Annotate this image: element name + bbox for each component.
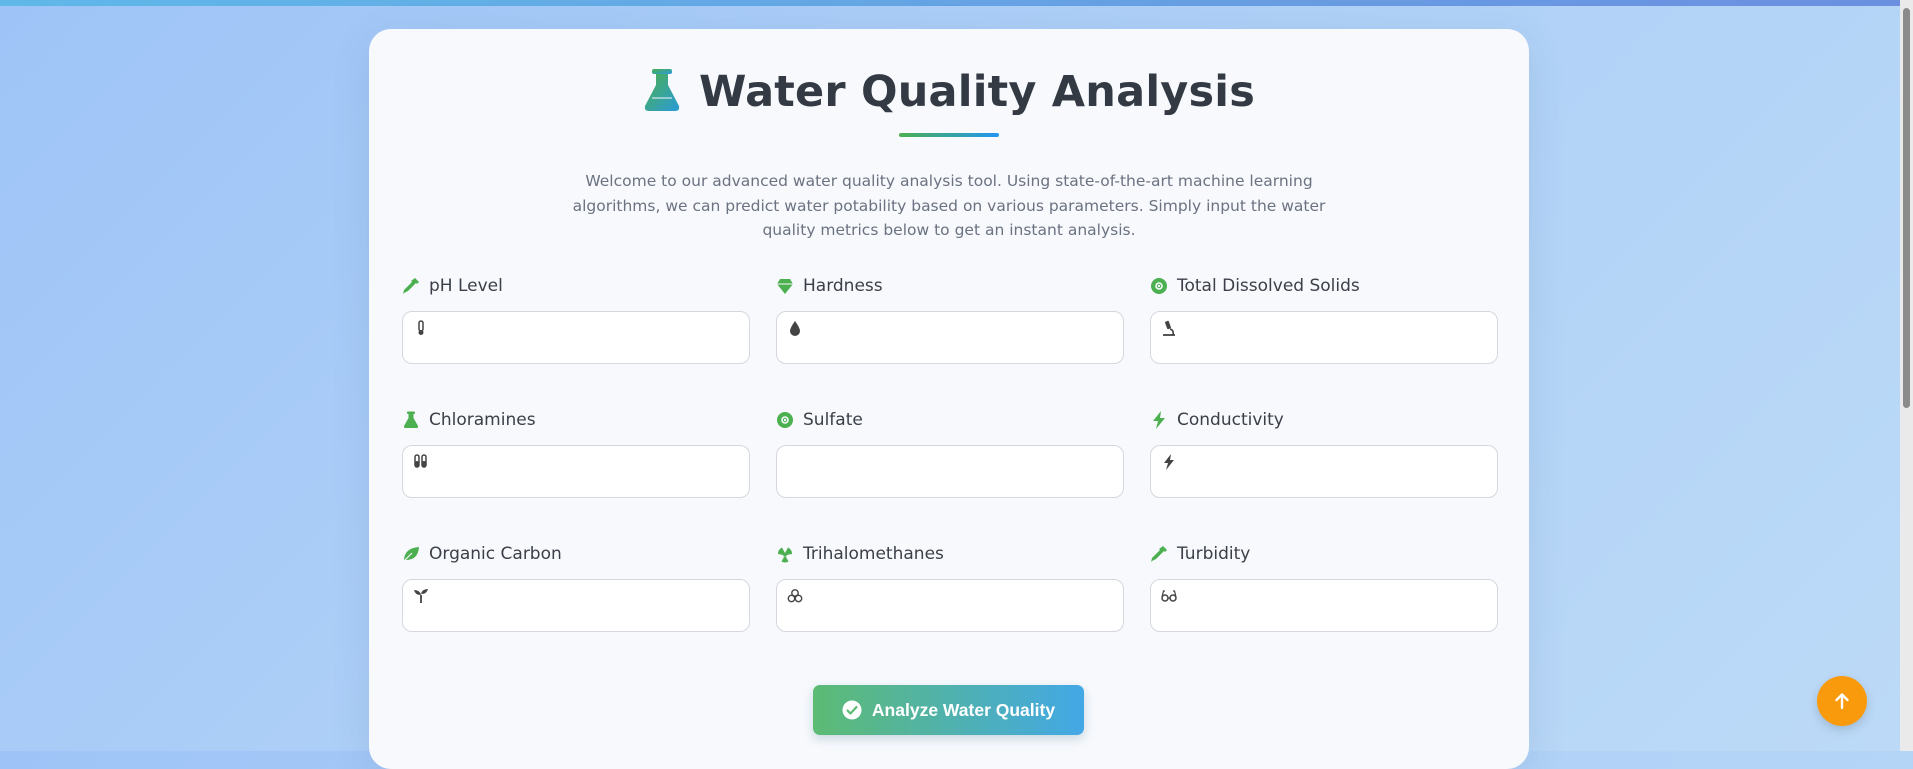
scroll-to-top-button[interactable] <box>1817 676 1867 726</box>
title-underline <box>899 133 999 137</box>
trihalomethanes-input[interactable] <box>815 590 1109 622</box>
seedling-icon <box>414 589 428 603</box>
top-accent-bar <box>0 0 1913 6</box>
trihalomethanes-input-box[interactable] <box>776 579 1124 632</box>
field-label: pH Level <box>429 276 503 296</box>
radiation-icon <box>777 547 793 563</box>
biohazard-icon <box>787 589 803 603</box>
hardness-input[interactable] <box>815 322 1109 354</box>
field-conductivity: Conductivity <box>1150 409 1498 498</box>
field-total-dissolved-solids: Total Dissolved Solids <box>1150 275 1498 364</box>
field-label: Sulfate <box>803 410 863 430</box>
arrow-up-icon <box>1835 693 1849 710</box>
field-label: Trihalomethanes <box>803 544 944 564</box>
ph-level-input[interactable] <box>441 322 735 354</box>
atom-icon <box>777 412 793 428</box>
field-chloramines: Chloramines <box>402 409 750 498</box>
check-circle-icon <box>842 700 862 720</box>
organic-carbon-input-box[interactable] <box>402 579 750 632</box>
total-dissolved-solids-input[interactable] <box>1189 322 1483 354</box>
field-ph-level: pH Level <box>402 275 750 364</box>
chloramines-input-box[interactable] <box>402 445 750 498</box>
field-organic-carbon: Organic Carbon <box>402 543 750 632</box>
gem-icon <box>777 279 793 294</box>
field-label: Chloramines <box>429 410 536 430</box>
thermometer-icon <box>418 320 424 335</box>
leaf-icon <box>402 547 419 563</box>
total-dissolved-solids-input-box[interactable] <box>1150 311 1498 364</box>
flask-icon <box>643 68 681 116</box>
field-sulfate: Sulfate <box>776 409 1124 498</box>
flask-icon <box>403 411 419 428</box>
droplet-icon <box>790 321 800 336</box>
field-label: Conductivity <box>1177 410 1284 430</box>
field-trihalomethanes: Trihalomethanes <box>776 543 1124 632</box>
title-row: Water Quality Analysis <box>369 67 1529 117</box>
analyze-water-quality-button[interactable]: Analyze Water Quality <box>813 685 1084 735</box>
ph-level-input-box[interactable] <box>402 311 750 364</box>
intro-text: Welcome to our advanced water quality an… <box>572 172 1326 239</box>
organic-carbon-input[interactable] <box>441 590 735 622</box>
microscope-icon <box>1163 320 1175 336</box>
field-label: Organic Carbon <box>429 544 562 564</box>
conductivity-input[interactable] <box>1189 456 1483 488</box>
field-turbidity: Turbidity <box>1150 543 1498 632</box>
field-label: Turbidity <box>1177 544 1251 564</box>
glasses-icon <box>1161 590 1177 602</box>
field-hardness: Hardness <box>776 275 1124 364</box>
page-title: Water Quality Analysis <box>698 67 1256 117</box>
scrollbar-thumb[interactable] <box>1903 8 1910 408</box>
hardness-input-box[interactable] <box>776 311 1124 364</box>
sulfate-input-box[interactable] <box>776 445 1124 498</box>
atom-icon <box>1151 278 1167 294</box>
conductivity-input-box[interactable] <box>1150 445 1498 498</box>
page-scrollbar[interactable] <box>1900 0 1913 751</box>
bolt-icon <box>1164 454 1174 470</box>
field-label: Total Dissolved Solids <box>1177 276 1360 296</box>
analyze-button-label: Analyze Water Quality <box>871 699 1056 720</box>
turbidity-input-box[interactable] <box>1150 579 1498 632</box>
analysis-card: Water Quality Analysis Welcome to our ad… <box>369 29 1529 769</box>
sulfate-input[interactable] <box>815 456 1109 488</box>
chloramines-input[interactable] <box>441 456 735 488</box>
field-label: Hardness <box>803 276 883 296</box>
eyedropper-icon <box>1151 546 1167 562</box>
turbidity-input[interactable] <box>1189 590 1483 622</box>
vials-icon <box>414 454 427 468</box>
eyedropper-icon <box>403 278 419 294</box>
bolt-icon <box>1153 411 1165 429</box>
